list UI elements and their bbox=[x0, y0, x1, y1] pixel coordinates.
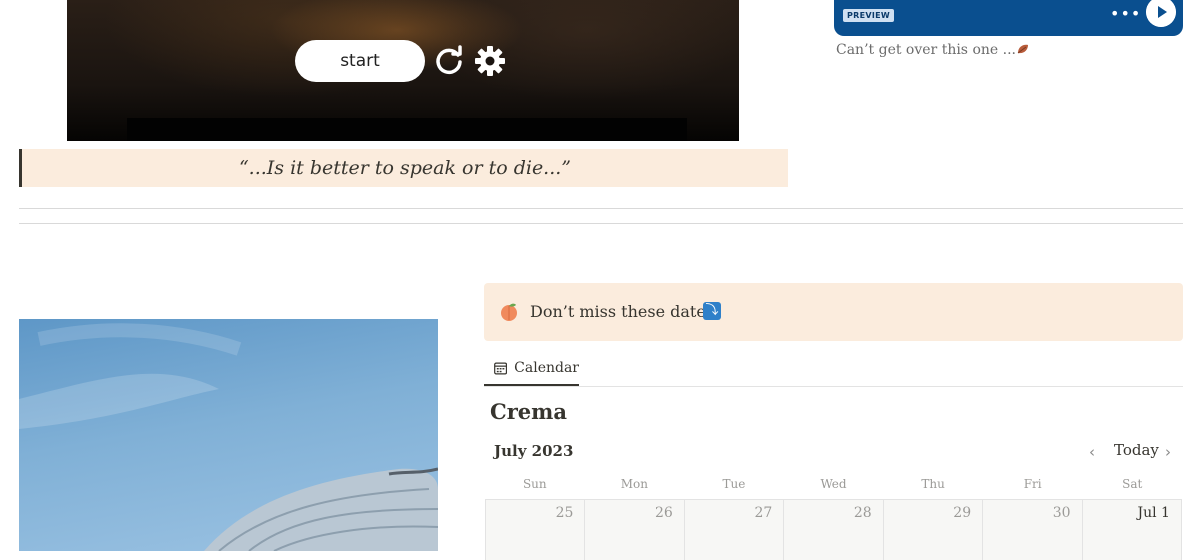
calendar-day-cell[interactable]: 28 bbox=[783, 500, 883, 560]
weekday-label: Sat bbox=[1122, 477, 1143, 491]
caption-text: Can’t get over this one ... bbox=[836, 42, 1016, 58]
arrow-down-icon: ⤵ bbox=[703, 302, 721, 320]
fireplace-hearth bbox=[127, 118, 687, 141]
weekday-label: Tue bbox=[722, 477, 746, 491]
weekday-label: Mon bbox=[620, 477, 648, 491]
music-embed-card[interactable]: PREVIEW ••• bbox=[834, 0, 1183, 36]
photo-content bbox=[19, 323, 438, 551]
calendar-day-cell[interactable]: 30 bbox=[982, 500, 1082, 560]
divider bbox=[19, 208, 1183, 209]
chevron-right-icon[interactable]: › bbox=[1165, 443, 1171, 461]
video-embed: start bbox=[67, 0, 739, 141]
embed-caption: Can’t get over this one ... bbox=[836, 42, 1030, 58]
tab-calendar-label: Calendar bbox=[514, 360, 579, 376]
tab-calendar[interactable]: Calendar bbox=[484, 352, 579, 386]
quote-text: “...Is it better to speak or to die...” bbox=[238, 157, 572, 179]
weekday-label: Thu bbox=[921, 477, 945, 491]
preview-badge: PREVIEW bbox=[843, 9, 895, 22]
more-icon[interactable]: ••• bbox=[1110, 4, 1140, 24]
gear-icon[interactable] bbox=[474, 45, 506, 77]
today-button[interactable]: Today bbox=[1114, 441, 1159, 459]
calendar-day-cell[interactable]: 29 bbox=[882, 500, 983, 560]
calendar-day-cell[interactable]: 27 bbox=[683, 500, 784, 560]
play-icon[interactable] bbox=[1146, 0, 1176, 27]
calendar-day-cell[interactable]: 26 bbox=[584, 500, 684, 560]
tab-bar-border bbox=[484, 386, 1183, 387]
month-label: July 2023 bbox=[494, 442, 574, 460]
weekday-label: Wed bbox=[820, 477, 847, 491]
quote-block: “...Is it better to speak or to die...” bbox=[19, 149, 788, 187]
reload-icon[interactable] bbox=[433, 45, 465, 77]
peach-icon bbox=[501, 303, 517, 321]
calendar-day-cell[interactable]: Jul 1 bbox=[1081, 500, 1182, 560]
weekday-label: Fri bbox=[1023, 477, 1042, 491]
weekday-header-row: Sun Mon Tue Wed Thu Fri Sat bbox=[485, 476, 1182, 498]
leaf-icon bbox=[1017, 44, 1028, 54]
callout-block: Don’t miss these dates! ⤵ bbox=[484, 283, 1183, 341]
calendar-day-cell[interactable]: 25 bbox=[485, 500, 585, 560]
calendar-icon bbox=[494, 361, 508, 375]
callout-text: Don’t miss these dates! bbox=[530, 302, 721, 321]
chevron-left-icon[interactable]: ‹ bbox=[1089, 443, 1095, 461]
start-button[interactable]: start bbox=[295, 40, 425, 82]
photo-image bbox=[19, 319, 438, 551]
database-title: Crema bbox=[490, 399, 567, 424]
weekday-label: Sun bbox=[522, 477, 547, 491]
divider bbox=[19, 223, 1183, 224]
